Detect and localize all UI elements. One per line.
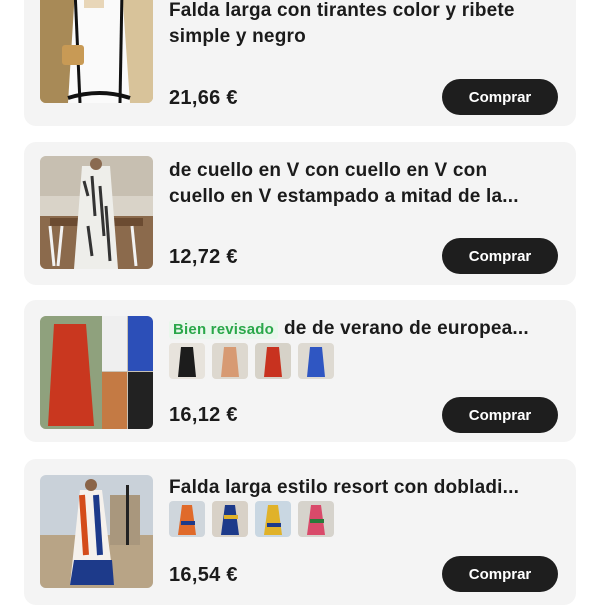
- variant-thumb[interactable]: [169, 501, 205, 537]
- product-price: 21,66 €: [169, 87, 238, 109]
- product-image[interactable]: [40, 475, 153, 588]
- variant-thumb[interactable]: [212, 501, 248, 537]
- title-line: cuello en V estampado a mitad de la...: [169, 186, 519, 207]
- title-line: simple y negro: [169, 26, 306, 47]
- variant-thumb[interactable]: [169, 343, 205, 379]
- buy-button[interactable]: Comprar: [442, 238, 558, 274]
- product-price: 16,12 €: [169, 404, 238, 426]
- product-card[interactable]: Bien revisado de de verano de europea... …: [24, 300, 576, 442]
- product-card[interactable]: Falda larga con tirantes color y ribete …: [24, 0, 576, 126]
- title-text: de de verano de europea...: [283, 318, 529, 339]
- product-price: 16,54 €: [169, 564, 238, 586]
- buy-button[interactable]: Comprar: [442, 79, 558, 115]
- variant-list: [169, 343, 334, 379]
- product-price: 12,72 €: [169, 246, 238, 268]
- variant-thumb[interactable]: [255, 501, 291, 537]
- product-image[interactable]: [40, 156, 153, 269]
- product-card[interactable]: Falda larga estilo resort con dobladi...…: [24, 459, 576, 605]
- reviewed-badge: Bien revisado: [169, 320, 278, 339]
- product-title[interactable]: de cuello en V con cuello en V con cuell…: [169, 158, 558, 210]
- buy-button[interactable]: Comprar: [442, 556, 558, 592]
- product-title[interactable]: Falda larga con tirantes color y ribete …: [169, 0, 558, 50]
- title-line: Falda larga con tirantes color y ribete: [169, 0, 515, 21]
- product-image[interactable]: [40, 0, 153, 103]
- title-line: de cuello en V con cuello en V con: [169, 160, 488, 181]
- title-text: Falda larga estilo resort con dobladi...: [169, 477, 520, 498]
- product-image[interactable]: [40, 316, 153, 429]
- variant-thumb[interactable]: [298, 343, 334, 379]
- product-card[interactable]: de cuello en V con cuello en V con cuell…: [24, 142, 576, 285]
- product-title[interactable]: Bien revisado de de verano de europea...: [169, 316, 558, 343]
- variant-thumb[interactable]: [298, 501, 334, 537]
- variant-thumb[interactable]: [212, 343, 248, 379]
- variant-thumb[interactable]: [255, 343, 291, 379]
- product-title[interactable]: Falda larga estilo resort con dobladi...: [169, 475, 558, 501]
- buy-button[interactable]: Comprar: [442, 397, 558, 433]
- variant-list: [169, 501, 334, 537]
